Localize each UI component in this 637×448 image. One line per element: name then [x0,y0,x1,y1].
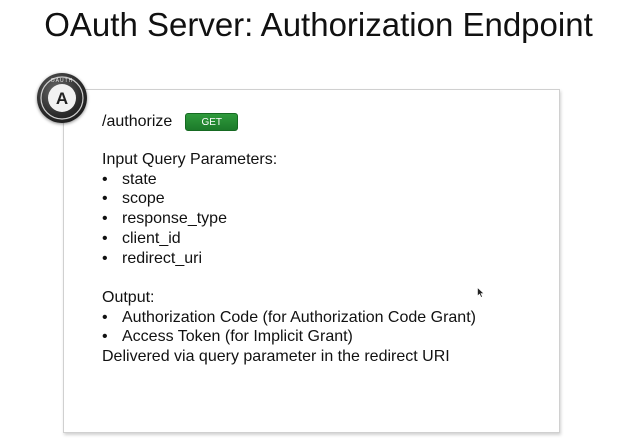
list-item: • scope [102,189,277,209]
mouse-cursor-icon [477,287,485,298]
list-item: • response_type [102,209,277,229]
input-parameters-section: Input Query Parameters: • state • scope • r… [102,150,277,268]
bullet: • [102,308,108,326]
output-list: • Authorization Code (for Authorization C… [102,308,476,347]
endpoint-row: /authorize GET [102,111,239,133]
list-item: • state [102,170,277,190]
list-item-label: Access Token (for Implicit Grant) [122,328,353,346]
input-parameters-list: • state • scope • response_type • client_id … [102,170,277,269]
bullet: • [102,210,108,228]
input-parameters-heading: Input Query Parameters: [102,151,278,168]
endpoint-path: /authorize [102,113,173,130]
slide-title: OAuth Server: Authorization Endpoint [44,6,593,43]
logo-letter: A [56,89,68,108]
output-section: Output: • Authorization Code (for Authori… [102,288,476,367]
list-item-label: scope [122,190,165,208]
list-item: • Access Token (for Implicit Grant) [102,327,476,347]
bullet: • [102,249,108,267]
list-item: • client_id [102,229,277,249]
slide: OAuth Server: Authorization Endpoint A O… [0,0,637,448]
bullet: • [102,328,108,346]
list-item-label: Authorization Code (for Authorization Co… [122,308,476,326]
output-heading: Output: [102,289,155,306]
list-item-label: state [122,170,157,188]
get-method-badge[interactable]: GET [185,113,239,131]
bullet: • [102,229,108,247]
list-item: • redirect_uri [102,249,277,269]
bullet: • [102,170,108,188]
bullet: • [102,190,108,208]
delivery-note: Delivered via query parameter in the red… [102,348,450,366]
list-item-label: client_id [122,229,181,247]
list-item-label: response_type [122,210,227,228]
list-item-label: redirect_uri [122,249,203,267]
list-item: • Authorization Code (for Authorization C… [102,308,476,328]
oauth-logo-icon: A OAUTH [37,73,87,123]
logo-ring-text: OAUTH [51,78,74,84]
